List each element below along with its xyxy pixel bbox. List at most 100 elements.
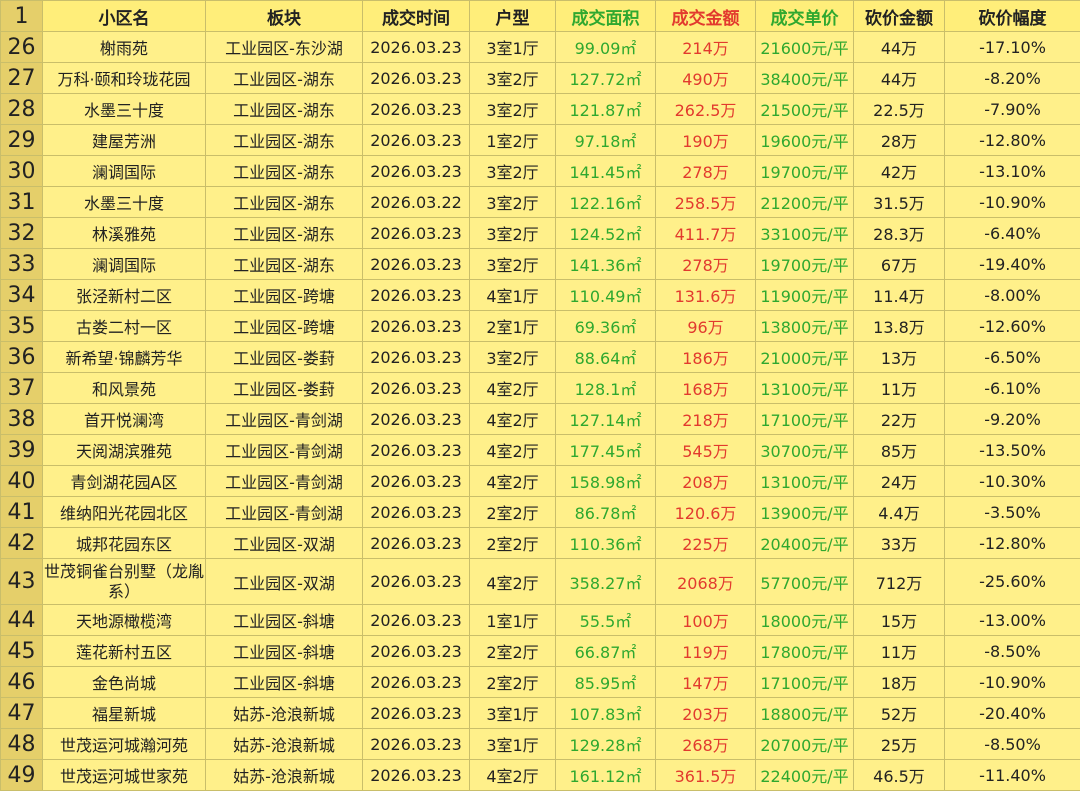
- date-cell[interactable]: 2026.03.23: [363, 466, 470, 497]
- layout-cell[interactable]: 2室2厅: [470, 636, 556, 667]
- name-cell[interactable]: 世茂运河城世家苑: [43, 760, 206, 791]
- area-cell[interactable]: 工业园区-湖东: [206, 125, 363, 156]
- cut-percent-cell[interactable]: -8.20%: [945, 63, 1080, 94]
- name-cell[interactable]: 古娄二村一区: [43, 311, 206, 342]
- row-number[interactable]: 32: [1, 218, 43, 249]
- name-cell[interactable]: 水墨三十度: [43, 187, 206, 218]
- area-cell[interactable]: 姑苏-沧浪新城: [206, 729, 363, 760]
- name-cell[interactable]: 林溪雅苑: [43, 218, 206, 249]
- area-cell[interactable]: 工业园区-湖东: [206, 187, 363, 218]
- layout-cell[interactable]: 3室2厅: [470, 156, 556, 187]
- cut-percent-cell[interactable]: -7.90%: [945, 94, 1080, 125]
- layout-cell[interactable]: 1室1厅: [470, 605, 556, 636]
- area-cell[interactable]: 工业园区-跨塘: [206, 280, 363, 311]
- date-cell[interactable]: 2026.03.23: [363, 342, 470, 373]
- date-cell[interactable]: 2026.03.23: [363, 373, 470, 404]
- cut-percent-cell[interactable]: -9.20%: [945, 404, 1080, 435]
- unit-price-cell[interactable]: 13900元/平: [756, 497, 854, 528]
- size-cell[interactable]: 88.64㎡: [556, 342, 656, 373]
- unit-price-cell[interactable]: 33100元/平: [756, 218, 854, 249]
- cut-amount-cell[interactable]: 44万: [854, 63, 945, 94]
- cut-percent-cell[interactable]: -10.90%: [945, 667, 1080, 698]
- name-cell[interactable]: 新希望·锦麟芳华: [43, 342, 206, 373]
- layout-cell[interactable]: 4室1厅: [470, 280, 556, 311]
- price-cell[interactable]: 262.5万: [656, 94, 756, 125]
- area-cell[interactable]: 工业园区-娄葑: [206, 373, 363, 404]
- area-cell[interactable]: 姑苏-沧浪新城: [206, 698, 363, 729]
- layout-cell[interactable]: 4室2厅: [470, 404, 556, 435]
- date-cell[interactable]: 2026.03.23: [363, 32, 470, 63]
- date-cell[interactable]: 2026.03.23: [363, 760, 470, 791]
- cut-amount-cell[interactable]: 25万: [854, 729, 945, 760]
- column-header-cut-percent[interactable]: 砍价幅度: [945, 1, 1080, 32]
- price-cell[interactable]: 361.5万: [656, 760, 756, 791]
- name-cell[interactable]: 和风景苑: [43, 373, 206, 404]
- name-cell[interactable]: 澜调国际: [43, 249, 206, 280]
- column-header-price[interactable]: 成交金额: [656, 1, 756, 32]
- layout-cell[interactable]: 4室2厅: [470, 373, 556, 404]
- price-cell[interactable]: 218万: [656, 404, 756, 435]
- cut-amount-cell[interactable]: 11万: [854, 636, 945, 667]
- size-cell[interactable]: 358.27㎡: [556, 559, 656, 605]
- area-cell[interactable]: 姑苏-沧浪新城: [206, 760, 363, 791]
- row-number[interactable]: 43: [1, 559, 43, 605]
- layout-cell[interactable]: 2室2厅: [470, 497, 556, 528]
- row-number[interactable]: 33: [1, 249, 43, 280]
- cut-amount-cell[interactable]: 44万: [854, 32, 945, 63]
- area-cell[interactable]: 工业园区-跨塘: [206, 311, 363, 342]
- row-number[interactable]: 26: [1, 32, 43, 63]
- layout-cell[interactable]: 2室2厅: [470, 528, 556, 559]
- date-cell[interactable]: 2026.03.23: [363, 94, 470, 125]
- area-cell[interactable]: 工业园区-双湖: [206, 528, 363, 559]
- cut-amount-cell[interactable]: 52万: [854, 698, 945, 729]
- date-cell[interactable]: 2026.03.23: [363, 605, 470, 636]
- date-cell[interactable]: 2026.03.23: [363, 311, 470, 342]
- date-cell[interactable]: 2026.03.23: [363, 559, 470, 605]
- name-cell[interactable]: 水墨三十度: [43, 94, 206, 125]
- cut-amount-cell[interactable]: 11万: [854, 373, 945, 404]
- price-cell[interactable]: 100万: [656, 605, 756, 636]
- area-cell[interactable]: 工业园区-斜塘: [206, 605, 363, 636]
- price-cell[interactable]: 278万: [656, 249, 756, 280]
- cut-percent-cell[interactable]: -6.10%: [945, 373, 1080, 404]
- date-cell[interactable]: 2026.03.23: [363, 729, 470, 760]
- row-number-header[interactable]: 1: [1, 1, 43, 32]
- unit-price-cell[interactable]: 21500元/平: [756, 94, 854, 125]
- name-cell[interactable]: 金色尚城: [43, 667, 206, 698]
- name-cell[interactable]: 莲花新村五区: [43, 636, 206, 667]
- cut-amount-cell[interactable]: 85万: [854, 435, 945, 466]
- size-cell[interactable]: 161.12㎡: [556, 760, 656, 791]
- unit-price-cell[interactable]: 38400元/平: [756, 63, 854, 94]
- cut-percent-cell[interactable]: -17.10%: [945, 32, 1080, 63]
- name-cell[interactable]: 首开悦澜湾: [43, 404, 206, 435]
- layout-cell[interactable]: 4室2厅: [470, 466, 556, 497]
- cut-percent-cell[interactable]: -13.50%: [945, 435, 1080, 466]
- price-cell[interactable]: 545万: [656, 435, 756, 466]
- layout-cell[interactable]: 3室2厅: [470, 342, 556, 373]
- price-cell[interactable]: 186万: [656, 342, 756, 373]
- cut-percent-cell[interactable]: -6.50%: [945, 342, 1080, 373]
- area-cell[interactable]: 工业园区-斜塘: [206, 667, 363, 698]
- price-cell[interactable]: 131.6万: [656, 280, 756, 311]
- size-cell[interactable]: 86.78㎡: [556, 497, 656, 528]
- cut-amount-cell[interactable]: 24万: [854, 466, 945, 497]
- cut-amount-cell[interactable]: 31.5万: [854, 187, 945, 218]
- date-cell[interactable]: 2026.03.23: [363, 404, 470, 435]
- row-number[interactable]: 47: [1, 698, 43, 729]
- row-number[interactable]: 35: [1, 311, 43, 342]
- cut-percent-cell[interactable]: -8.00%: [945, 280, 1080, 311]
- unit-price-cell[interactable]: 13800元/平: [756, 311, 854, 342]
- cut-amount-cell[interactable]: 42万: [854, 156, 945, 187]
- unit-price-cell[interactable]: 17100元/平: [756, 404, 854, 435]
- price-cell[interactable]: 268万: [656, 729, 756, 760]
- layout-cell[interactable]: 3室1厅: [470, 698, 556, 729]
- unit-price-cell[interactable]: 18800元/平: [756, 698, 854, 729]
- price-cell[interactable]: 208万: [656, 466, 756, 497]
- size-cell[interactable]: 158.98㎡: [556, 466, 656, 497]
- unit-price-cell[interactable]: 57700元/平: [756, 559, 854, 605]
- row-number[interactable]: 36: [1, 342, 43, 373]
- cut-percent-cell[interactable]: -19.40%: [945, 249, 1080, 280]
- cut-amount-cell[interactable]: 15万: [854, 605, 945, 636]
- price-cell[interactable]: 147万: [656, 667, 756, 698]
- name-cell[interactable]: 天阅湖滨雅苑: [43, 435, 206, 466]
